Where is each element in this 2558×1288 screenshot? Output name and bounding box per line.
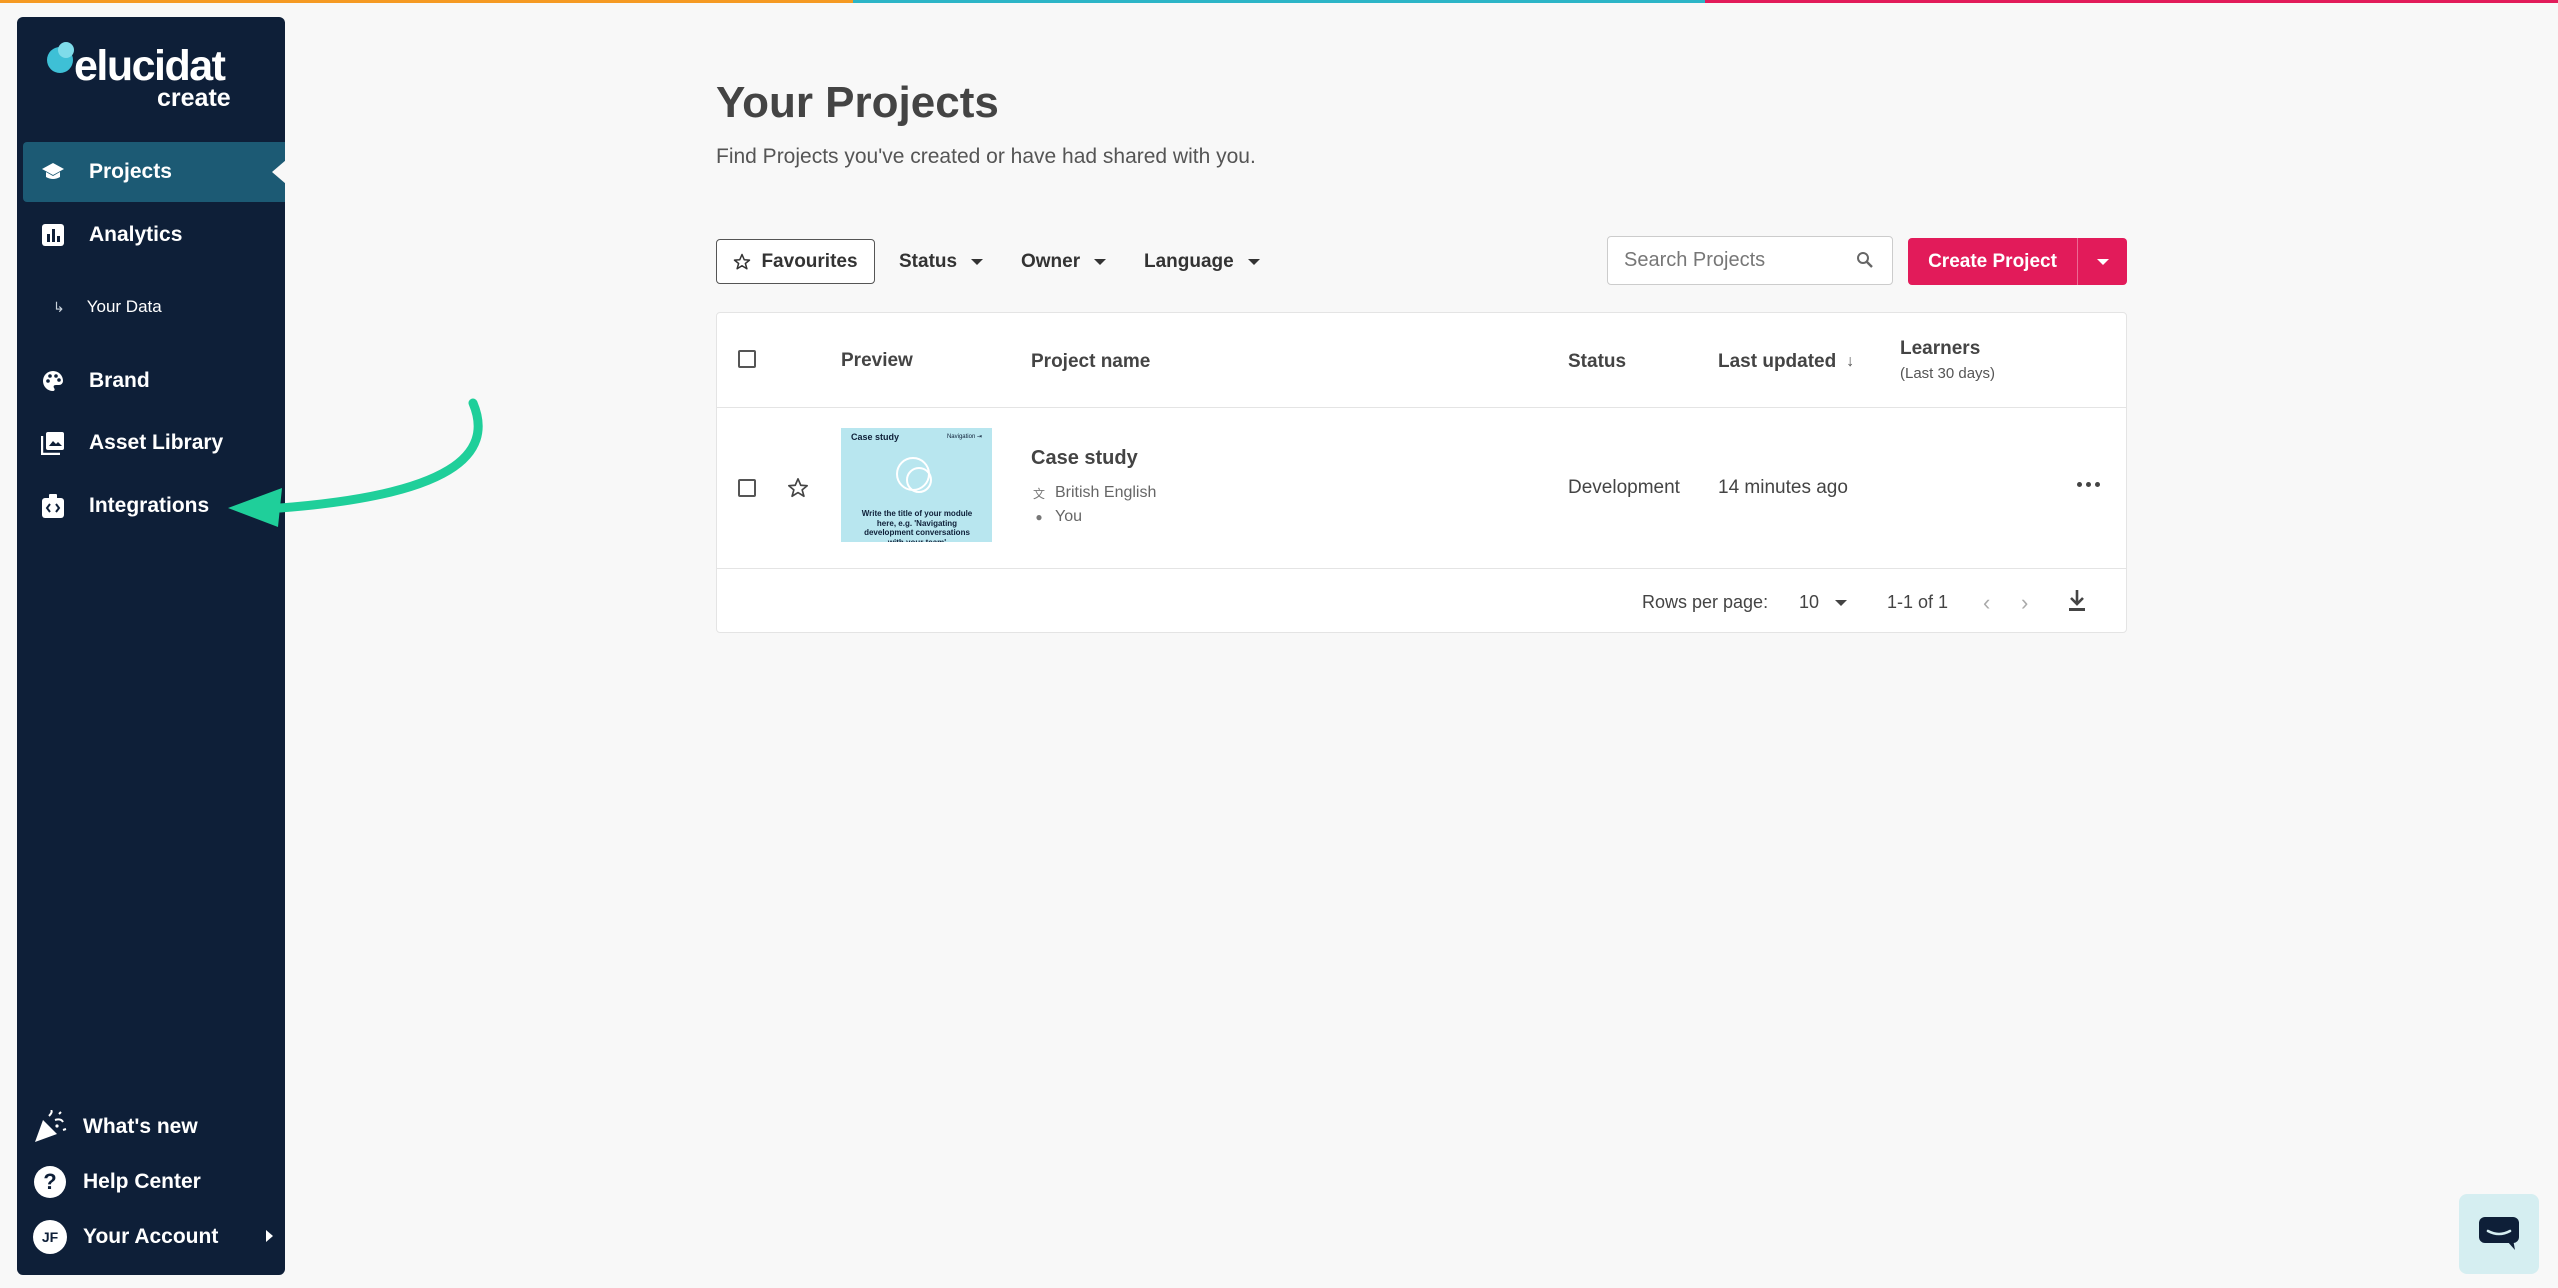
row-checkbox[interactable] [738, 479, 756, 497]
pagination-range: 1-1 of 1 [1887, 592, 1949, 612]
column-status[interactable]: Status [1568, 351, 1626, 373]
favourites-button[interactable]: Favourites [716, 239, 875, 284]
project-status: Development [1568, 477, 1680, 498]
sidebar-item-label: Projects [89, 160, 172, 183]
whats-new-link[interactable]: What's new [33, 1107, 273, 1147]
return-arrow-icon: ↳ [53, 298, 65, 315]
translate-icon: 文 [1032, 486, 1045, 501]
chat-bubbles-icon [896, 457, 932, 493]
project-language: 文 British English [1031, 484, 1156, 502]
select-all-checkbox[interactable] [738, 350, 756, 368]
party-popper-icon [33, 1110, 67, 1144]
top-accent-bar [0, 0, 2558, 3]
table-row[interactable]: Case study Navigation ⇥ Write the title … [717, 409, 2126, 569]
annotation-arrow [228, 398, 483, 527]
help-icon: ? [33, 1165, 67, 1199]
table-footer: Rows per page: 10 1-1 of 1 ‹ › [717, 570, 2126, 634]
palette-icon [41, 369, 65, 393]
create-project-dropdown[interactable] [2078, 238, 2127, 285]
sidebar-item-label: Integrations [89, 494, 210, 517]
project-name[interactable]: Case study [1031, 447, 1138, 470]
star-icon [734, 253, 751, 269]
integrations-icon [41, 494, 65, 518]
avatar: JF [33, 1220, 67, 1254]
search-icon [1857, 252, 1873, 268]
rows-per-page-select[interactable]: 10 [1799, 592, 1848, 613]
sidebar-subitem-label: Your Data [86, 297, 162, 316]
project-last-updated: 14 minutes ago [1718, 477, 1848, 498]
sort-arrow-down-icon: ↓ [1846, 353, 1855, 370]
language-filter[interactable]: Language [1144, 239, 1260, 284]
chevron-down-icon [2096, 258, 2109, 265]
your-account-label: Your Account [83, 1225, 219, 1248]
chevron-down-icon [1094, 258, 1107, 265]
create-project-label: Create Project [1908, 238, 2078, 285]
image-library-icon [41, 431, 65, 455]
project-language-label: British English [1055, 484, 1157, 501]
sidebar-item-analytics[interactable]: Analytics [23, 205, 285, 265]
chevron-down-icon [1835, 599, 1848, 606]
chevron-right-icon [266, 1230, 273, 1242]
column-last-updated-label: Last updated [1718, 351, 1837, 372]
page-subtitle: Find Projects you've created or have had… [716, 145, 1256, 168]
star-icon[interactable] [787, 477, 809, 499]
thumb-nav: Navigation ⇥ [946, 434, 982, 440]
whats-new-label: What's new [83, 1115, 198, 1138]
column-learners-sub: (Last 30 days) [1900, 365, 1996, 382]
elucidat-logo[interactable]: elucidat create [31, 29, 241, 119]
projects-table: Preview Project name Status Last updated… [716, 312, 2127, 633]
owner-filter-label: Owner [1021, 250, 1081, 272]
chat-widget-button[interactable] [2459, 1194, 2539, 1274]
chevron-down-icon [971, 258, 984, 265]
language-filter-label: Language [1144, 250, 1234, 272]
column-project-name[interactable]: Project name [1031, 351, 1150, 373]
search-input[interactable]: Search Projects [1607, 236, 1893, 285]
status-filter[interactable]: Status [899, 239, 984, 284]
sidebar-item-label: Analytics [89, 223, 183, 246]
chevron-down-icon [1247, 258, 1260, 265]
status-filter-label: Status [899, 250, 958, 272]
previous-page-icon[interactable]: ‹ [1983, 590, 1990, 616]
project-owner: ● You [1031, 508, 1082, 526]
table-header: Preview Project name Status Last updated… [717, 313, 2126, 408]
next-page-icon[interactable]: › [2021, 590, 2028, 616]
chat-icon [2479, 1217, 2519, 1250]
column-learners[interactable]: Learners [1900, 338, 1980, 360]
your-account-menu[interactable]: JF Your Account [33, 1217, 273, 1257]
favourites-label: Favourites [761, 250, 858, 272]
download-icon[interactable] [2067, 589, 2087, 613]
owner-filter[interactable]: Owner [1021, 239, 1107, 284]
page-title: Your Projects [716, 78, 999, 127]
project-preview-thumbnail[interactable]: Case study Navigation ⇥ Write the title … [841, 428, 992, 542]
sidebar: elucidat create Projects Analytics ↳ You… [17, 17, 286, 1275]
thumb-title: Case study [851, 432, 900, 442]
search-placeholder: Search Projects [1624, 249, 1766, 271]
project-owner-label: You [1055, 508, 1082, 525]
create-project-button[interactable]: Create Project [1908, 238, 2127, 285]
sidebar-item-label: Asset Library [89, 431, 224, 454]
sidebar-item-label: Brand [89, 369, 150, 392]
graduation-cap-icon [41, 160, 65, 184]
sidebar-subitem-your-data[interactable]: ↳ Your Data [53, 297, 162, 317]
sidebar-item-projects[interactable]: Projects [23, 142, 286, 202]
rows-per-page-label: Rows per page: [1642, 592, 1769, 612]
person-icon: ● [1035, 510, 1043, 524]
help-center-label: Help Center [83, 1170, 201, 1193]
rows-per-page-value: 10 [1799, 592, 1820, 612]
more-options-icon[interactable] [2077, 482, 2100, 487]
bar-chart-icon [41, 223, 65, 247]
column-preview: Preview [841, 350, 913, 371]
thumb-text: Write the title of your module here, e.g… [861, 509, 973, 542]
column-last-updated[interactable]: Last updated ↓ [1718, 351, 1854, 373]
help-center-link[interactable]: ? Help Center [33, 1162, 273, 1202]
